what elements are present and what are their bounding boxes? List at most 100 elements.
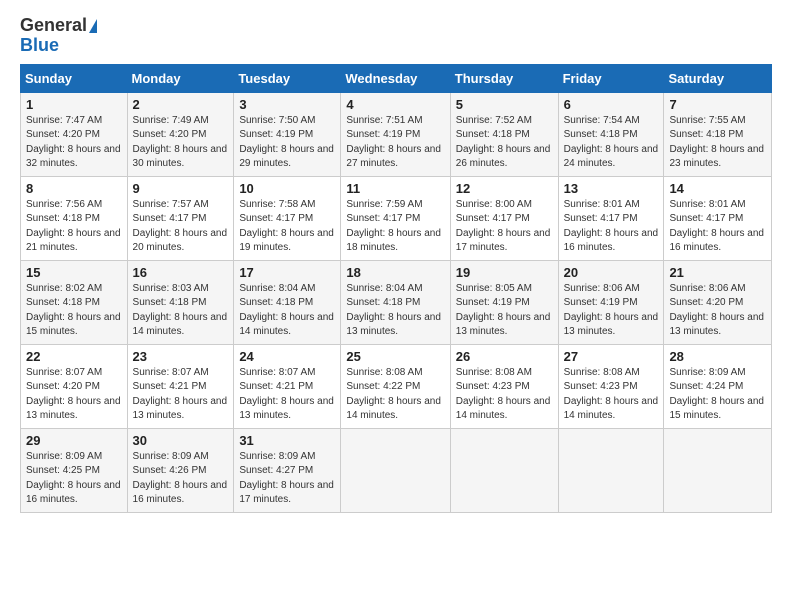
weekday-header-sunday: Sunday xyxy=(21,64,128,92)
calendar-cell: 9 Sunrise: 7:57 AMSunset: 4:17 PMDaylight… xyxy=(127,176,234,260)
calendar-body: 1 Sunrise: 7:47 AMSunset: 4:20 PMDaylight… xyxy=(21,92,772,512)
day-number: 18 xyxy=(346,265,444,280)
day-number: 11 xyxy=(346,181,444,196)
calendar-cell: 16Sunrise: 8:03 AMSunset: 4:18 PMDayligh… xyxy=(127,260,234,344)
day-number: 1 xyxy=(26,97,122,112)
calendar-cell: 17 Sunrise: 8:04 AMSunset: 4:18 PMDayligh… xyxy=(234,260,341,344)
calendar-cell: 4 Sunrise: 7:51 AMSunset: 4:19 PMDaylight… xyxy=(341,92,450,176)
day-number: 31 xyxy=(239,433,335,448)
day-number: 21 xyxy=(669,265,766,280)
day-number: 6 xyxy=(564,97,659,112)
calendar-cell: 30 Sunrise: 8:09 AMSunset: 4:26 PMDayligh… xyxy=(127,428,234,512)
day-detail: Sunrise: 8:02 AMSunset: 4:18 PMDaylight:… xyxy=(26,282,122,340)
day-number: 23 xyxy=(133,349,229,364)
day-number: 28 xyxy=(669,349,766,364)
calendar-cell: 21 Sunrise: 8:06 AMSunset: 4:20 PMDayligh… xyxy=(664,260,772,344)
day-number: 17 xyxy=(239,265,335,280)
day-number: 26 xyxy=(456,349,553,364)
day-number: 22 xyxy=(26,349,122,364)
day-number: 25 xyxy=(346,349,444,364)
day-number: 9 xyxy=(133,181,229,196)
day-number: 20 xyxy=(564,265,659,280)
calendar-header-row: SundayMondayTuesdayWednesdayThursdayFrid… xyxy=(21,64,772,92)
day-number: 15 xyxy=(26,265,122,280)
day-number: 8 xyxy=(26,181,122,196)
day-detail: Sunrise: 8:01 AMSunset: 4:17 PMDaylight:… xyxy=(669,198,766,256)
weekday-header-saturday: Saturday xyxy=(664,64,772,92)
logo: General Blue xyxy=(20,16,97,56)
day-detail: Sunrise: 8:08 AMSunset: 4:23 PMDaylight:… xyxy=(456,366,553,424)
calendar-cell: 18Sunrise: 8:04 AMSunset: 4:18 PMDayligh… xyxy=(341,260,450,344)
day-number: 27 xyxy=(564,349,659,364)
day-number: 29 xyxy=(26,433,122,448)
day-detail: Sunrise: 8:01 AMSunset: 4:17 PMDaylight:… xyxy=(564,198,659,256)
day-detail: Sunrise: 8:07 AMSunset: 4:21 PMDaylight:… xyxy=(239,366,335,424)
calendar-week-row: 8 Sunrise: 7:56 AMSunset: 4:18 PMDaylight… xyxy=(21,176,772,260)
day-number: 7 xyxy=(669,97,766,112)
calendar-cell: 7 Sunrise: 7:55 AMSunset: 4:18 PMDaylight… xyxy=(664,92,772,176)
day-detail: Sunrise: 8:08 AMSunset: 4:23 PMDaylight:… xyxy=(564,366,659,424)
weekday-header-tuesday: Tuesday xyxy=(234,64,341,92)
calendar-cell: 6Sunrise: 7:54 AMSunset: 4:18 PMDaylight… xyxy=(558,92,664,176)
calendar-cell: 22Sunrise: 8:07 AMSunset: 4:20 PMDayligh… xyxy=(21,344,128,428)
calendar-cell: 29 Sunrise: 8:09 AMSunset: 4:25 PMDayligh… xyxy=(21,428,128,512)
calendar-cell: 20 Sunrise: 8:06 AMSunset: 4:19 PMDayligh… xyxy=(558,260,664,344)
header: General Blue xyxy=(20,16,772,56)
day-number: 10 xyxy=(239,181,335,196)
day-detail: Sunrise: 7:56 AMSunset: 4:18 PMDaylight:… xyxy=(26,198,122,256)
day-detail: Sunrise: 8:00 AMSunset: 4:17 PMDaylight:… xyxy=(456,198,553,256)
calendar-cell: 26 Sunrise: 8:08 AMSunset: 4:23 PMDayligh… xyxy=(450,344,558,428)
calendar-cell: 10Sunrise: 7:58 AMSunset: 4:17 PMDayligh… xyxy=(234,176,341,260)
day-detail: Sunrise: 8:09 AMSunset: 4:27 PMDaylight:… xyxy=(239,450,335,508)
day-detail: Sunrise: 8:07 AMSunset: 4:21 PMDaylight:… xyxy=(133,366,229,424)
day-detail: Sunrise: 8:04 AMSunset: 4:18 PMDaylight:… xyxy=(239,282,335,340)
calendar-cell xyxy=(664,428,772,512)
day-detail: Sunrise: 8:06 AMSunset: 4:20 PMDaylight:… xyxy=(669,282,766,340)
day-detail: Sunrise: 7:57 AMSunset: 4:17 PMDaylight:… xyxy=(133,198,229,256)
day-detail: Sunrise: 8:03 AMSunset: 4:18 PMDaylight:… xyxy=(133,282,229,340)
logo-general-text: General xyxy=(20,16,87,36)
day-detail: Sunrise: 8:06 AMSunset: 4:19 PMDaylight:… xyxy=(564,282,659,340)
weekday-header-thursday: Thursday xyxy=(450,64,558,92)
day-detail: Sunrise: 7:49 AMSunset: 4:20 PMDaylight:… xyxy=(133,114,229,172)
day-detail: Sunrise: 7:51 AMSunset: 4:19 PMDaylight:… xyxy=(346,114,444,172)
day-number: 24 xyxy=(239,349,335,364)
calendar: SundayMondayTuesdayWednesdayThursdayFrid… xyxy=(20,64,772,513)
logo-icon xyxy=(89,19,97,33)
calendar-cell: 1 Sunrise: 7:47 AMSunset: 4:20 PMDaylight… xyxy=(21,92,128,176)
calendar-cell: 31 Sunrise: 8:09 AMSunset: 4:27 PMDayligh… xyxy=(234,428,341,512)
calendar-cell: 23 Sunrise: 8:07 AMSunset: 4:21 PMDayligh… xyxy=(127,344,234,428)
calendar-cell: 13 Sunrise: 8:01 AMSunset: 4:17 PMDayligh… xyxy=(558,176,664,260)
day-detail: Sunrise: 8:05 AMSunset: 4:19 PMDaylight:… xyxy=(456,282,553,340)
calendar-cell: 27 Sunrise: 8:08 AMSunset: 4:23 PMDayligh… xyxy=(558,344,664,428)
day-number: 2 xyxy=(133,97,229,112)
calendar-week-row: 22Sunrise: 8:07 AMSunset: 4:20 PMDayligh… xyxy=(21,344,772,428)
calendar-cell: 12Sunrise: 8:00 AMSunset: 4:17 PMDayligh… xyxy=(450,176,558,260)
calendar-cell xyxy=(558,428,664,512)
day-number: 5 xyxy=(456,97,553,112)
calendar-cell: 3Sunrise: 7:50 AMSunset: 4:19 PMDaylight… xyxy=(234,92,341,176)
calendar-cell: 28 Sunrise: 8:09 AMSunset: 4:24 PMDayligh… xyxy=(664,344,772,428)
day-number: 13 xyxy=(564,181,659,196)
day-detail: Sunrise: 8:09 AMSunset: 4:24 PMDaylight:… xyxy=(669,366,766,424)
logo-blue-text: Blue xyxy=(20,36,59,56)
calendar-cell: 11Sunrise: 7:59 AMSunset: 4:17 PMDayligh… xyxy=(341,176,450,260)
day-detail: Sunrise: 7:55 AMSunset: 4:18 PMDaylight:… xyxy=(669,114,766,172)
day-detail: Sunrise: 8:09 AMSunset: 4:26 PMDaylight:… xyxy=(133,450,229,508)
day-number: 3 xyxy=(239,97,335,112)
calendar-cell: 15 Sunrise: 8:02 AMSunset: 4:18 PMDayligh… xyxy=(21,260,128,344)
calendar-week-row: 29 Sunrise: 8:09 AMSunset: 4:25 PMDayligh… xyxy=(21,428,772,512)
day-number: 4 xyxy=(346,97,444,112)
weekday-header-friday: Friday xyxy=(558,64,664,92)
day-detail: Sunrise: 7:47 AMSunset: 4:20 PMDaylight:… xyxy=(26,114,122,172)
day-number: 30 xyxy=(133,433,229,448)
day-detail: Sunrise: 8:09 AMSunset: 4:25 PMDaylight:… xyxy=(26,450,122,508)
day-number: 19 xyxy=(456,265,553,280)
calendar-week-row: 1 Sunrise: 7:47 AMSunset: 4:20 PMDaylight… xyxy=(21,92,772,176)
calendar-cell: 8 Sunrise: 7:56 AMSunset: 4:18 PMDaylight… xyxy=(21,176,128,260)
calendar-cell: 2 Sunrise: 7:49 AMSunset: 4:20 PMDaylight… xyxy=(127,92,234,176)
calendar-cell: 14 Sunrise: 8:01 AMSunset: 4:17 PMDayligh… xyxy=(664,176,772,260)
calendar-cell xyxy=(450,428,558,512)
day-number: 14 xyxy=(669,181,766,196)
weekday-header-monday: Monday xyxy=(127,64,234,92)
